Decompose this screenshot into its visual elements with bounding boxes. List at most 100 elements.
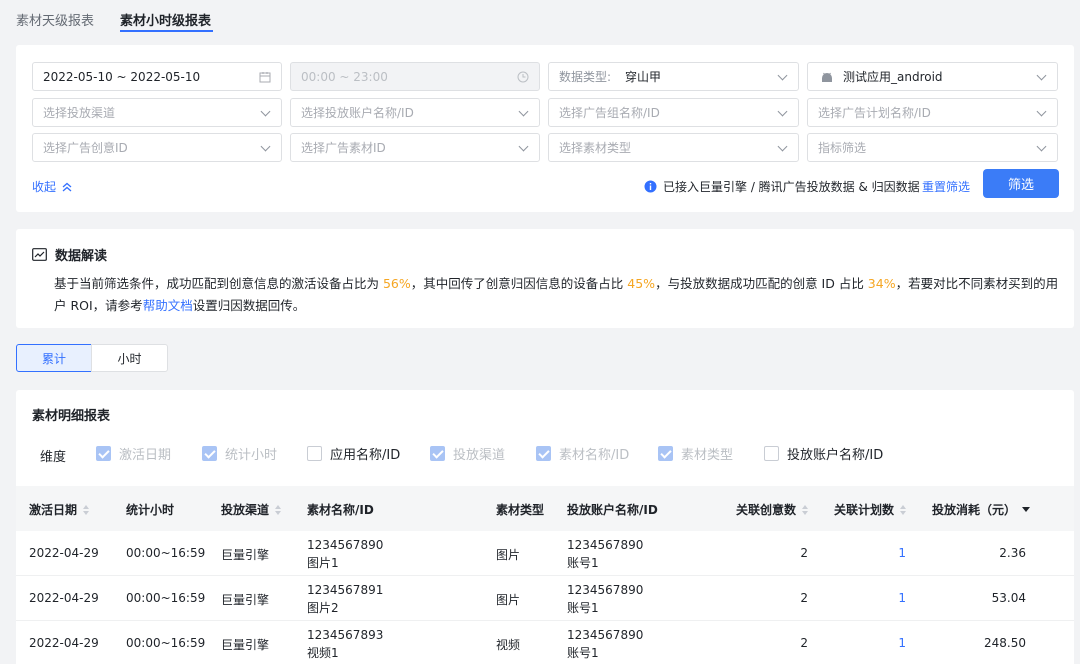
checkbox-label: 投放渠道: [453, 448, 506, 463]
cell-cost: 2.36: [999, 546, 1026, 560]
material-id-select[interactable]: 选择广告素材ID: [290, 133, 540, 162]
cell-hour: 00:00~16:59: [126, 591, 206, 605]
report-tabs: 素材天级报表 素材小时级报表: [0, 0, 1080, 40]
creative-id-select[interactable]: 选择广告创意ID: [32, 133, 282, 162]
chevron-down-icon: [777, 106, 788, 117]
tab-hourly-report[interactable]: 素材小时级报表: [120, 10, 211, 29]
column-title: 统计小时: [126, 503, 175, 517]
dimension-checkbox-activation-date[interactable]: 激活日期: [96, 444, 171, 463]
ad-plan-select[interactable]: 选择广告计划名称/ID: [807, 98, 1058, 127]
checkbox-label: 激活日期: [119, 448, 172, 463]
column-header-cost[interactable]: 投放消耗（元）: [932, 501, 1031, 518]
column-title: 关联计划数: [834, 503, 895, 517]
creative-id-match-ratio: 34%: [867, 276, 896, 291]
dimension-checkbox-stat-hour[interactable]: 统计小时: [202, 444, 277, 463]
dimension-checkbox-material[interactable]: 素材名称/ID: [536, 444, 629, 463]
filter-button[interactable]: 筛选: [983, 169, 1059, 198]
column-title: 关联创意数: [736, 503, 797, 517]
chevron-down-icon: [260, 141, 271, 152]
checkbox: [658, 446, 673, 461]
ad-group-select[interactable]: 选择广告组名称/ID: [548, 98, 799, 127]
data-type-label: 数据类型:: [559, 70, 612, 84]
column-header-account: 投放账户名称/ID: [567, 501, 658, 518]
column-header-date[interactable]: 激活日期: [29, 501, 90, 518]
dimension-label: 维度: [40, 450, 67, 465]
cell-creatives: 2: [800, 591, 808, 605]
cell-hour: 00:00~16:59: [126, 546, 206, 560]
cell-cost: 248.50: [984, 636, 1026, 650]
cell-plans-link[interactable]: 1: [874, 546, 906, 560]
checkbox: [764, 446, 779, 461]
material-id: 1234567893: [307, 628, 384, 642]
column-header-creatives[interactable]: 关联创意数: [736, 501, 809, 518]
dimension-checkbox-material-type[interactable]: 素材类型: [658, 444, 733, 463]
table-header: 激活日期 统计小时 投放渠道 素材名称/ID 素材类型 投放账户名称/ID 关联…: [16, 486, 1074, 531]
material-detail-report: 素材明细报表 维度 激活日期 统计小时 应用名称/ID 投放渠道 素材名称/ID…: [16, 390, 1074, 664]
cell-material-type: 图片: [496, 548, 521, 562]
material-name: 图片2: [307, 601, 339, 615]
cell-material-type: 图片: [496, 593, 521, 607]
cell-plans-link[interactable]: 1: [874, 636, 906, 650]
help-doc-link[interactable]: 帮助文档: [143, 298, 193, 313]
checkbox-label: 统计小时: [225, 448, 278, 463]
tab-daily-report[interactable]: 素材天级报表: [16, 10, 94, 29]
table-row: 2022-04-29 00:00~16:59 巨量引擎 1234567890 图片…: [16, 531, 1074, 576]
chart-board-icon: [32, 248, 47, 261]
metric-filter-select[interactable]: 指标筛选: [807, 133, 1058, 162]
data-type-select[interactable]: 数据类型: 穿山甲: [548, 62, 799, 91]
cell-date: 2022-04-29: [29, 591, 99, 605]
sort-icon: [802, 504, 809, 515]
material-type-placeholder: 选择素材类型: [559, 141, 632, 155]
material-type-select[interactable]: 选择素材类型: [548, 133, 799, 162]
column-header-hour: 统计小时: [126, 501, 174, 518]
dimension-checkbox-channel[interactable]: 投放渠道: [430, 444, 505, 463]
channel-select[interactable]: 选择投放渠道: [32, 98, 282, 127]
notice-text: 已接入巨量引擎 / 腾讯广告投放数据 & 归因数据: [663, 180, 920, 194]
cell-plans-link[interactable]: 1: [874, 591, 906, 605]
cell-cost: 53.04: [991, 591, 1026, 605]
channel-placeholder: 选择投放渠道: [43, 106, 116, 120]
dimension-checkbox-account[interactable]: 投放账户名称/ID: [764, 444, 883, 463]
creative-id-placeholder: 选择广告创意ID: [43, 141, 128, 155]
account-name: 账号1: [567, 601, 599, 615]
collapse-toggle[interactable]: 收起: [32, 178, 72, 195]
insight-text-part: 设置归因数据回传。: [192, 298, 306, 313]
cell-account: 1234567890 账号1: [567, 536, 643, 572]
ad-group-placeholder: 选择广告组名称/ID: [559, 106, 660, 120]
account-id: 1234567890: [567, 628, 644, 642]
checkbox: [96, 446, 111, 461]
reset-filter-link[interactable]: 重置筛选: [922, 178, 970, 195]
column-header-plans[interactable]: 关联计划数: [834, 501, 907, 518]
column-header-material-type: 素材类型: [496, 501, 544, 518]
chevron-down-icon: [777, 141, 788, 152]
material-id: 1234567890: [307, 538, 384, 552]
material-id: 1234567891: [307, 583, 384, 597]
column-title: 激活日期: [29, 503, 78, 517]
column-header-channel[interactable]: 投放渠道: [221, 501, 282, 518]
cumulative-toggle[interactable]: 累计: [16, 344, 92, 372]
date-range-picker[interactable]: 2022-05-10 ~ 2022-05-10: [32, 62, 282, 91]
cell-creatives: 2: [800, 636, 808, 650]
time-range-value: 00:00 ~ 23:00: [301, 69, 388, 84]
filter-panel: 2022-05-10 ~ 2022-05-10 00:00 ~ 23:00 数据…: [16, 45, 1074, 212]
time-range-picker[interactable]: 00:00 ~ 23:00: [290, 62, 540, 91]
dimension-checkbox-app[interactable]: 应用名称/ID: [307, 444, 400, 463]
column-header-material: 素材名称/ID: [307, 501, 374, 518]
app-value: 测试应用_android: [843, 70, 943, 84]
account-select[interactable]: 选择投放账户名称/ID: [290, 98, 540, 127]
insight-text-part: ，与投放数据成功匹配的创意 ID 占比: [655, 276, 868, 291]
cell-material: 1234567893 视频1: [307, 626, 383, 662]
cell-material: 1234567891 图片2: [307, 581, 383, 617]
integration-notice: 已接入巨量引擎 / 腾讯广告投放数据 & 归因数据: [644, 178, 920, 195]
insight-title-text: 数据解读: [55, 249, 108, 264]
ad-plan-placeholder: 选择广告计划名称/ID: [818, 106, 931, 120]
insight-text-part: ，其中回传了创意归因信息的设备占比: [410, 276, 628, 291]
app-select[interactable]: 测试应用_android: [807, 62, 1058, 91]
cell-channel: 巨量引擎: [221, 593, 270, 607]
hourly-toggle[interactable]: 小时: [91, 344, 168, 372]
sort-icon: [900, 504, 907, 515]
checkbox: [430, 446, 445, 461]
sort-icon: [83, 504, 90, 515]
checkbox: [202, 446, 217, 461]
date-range-value: 2022-05-10 ~ 2022-05-10: [43, 69, 201, 84]
